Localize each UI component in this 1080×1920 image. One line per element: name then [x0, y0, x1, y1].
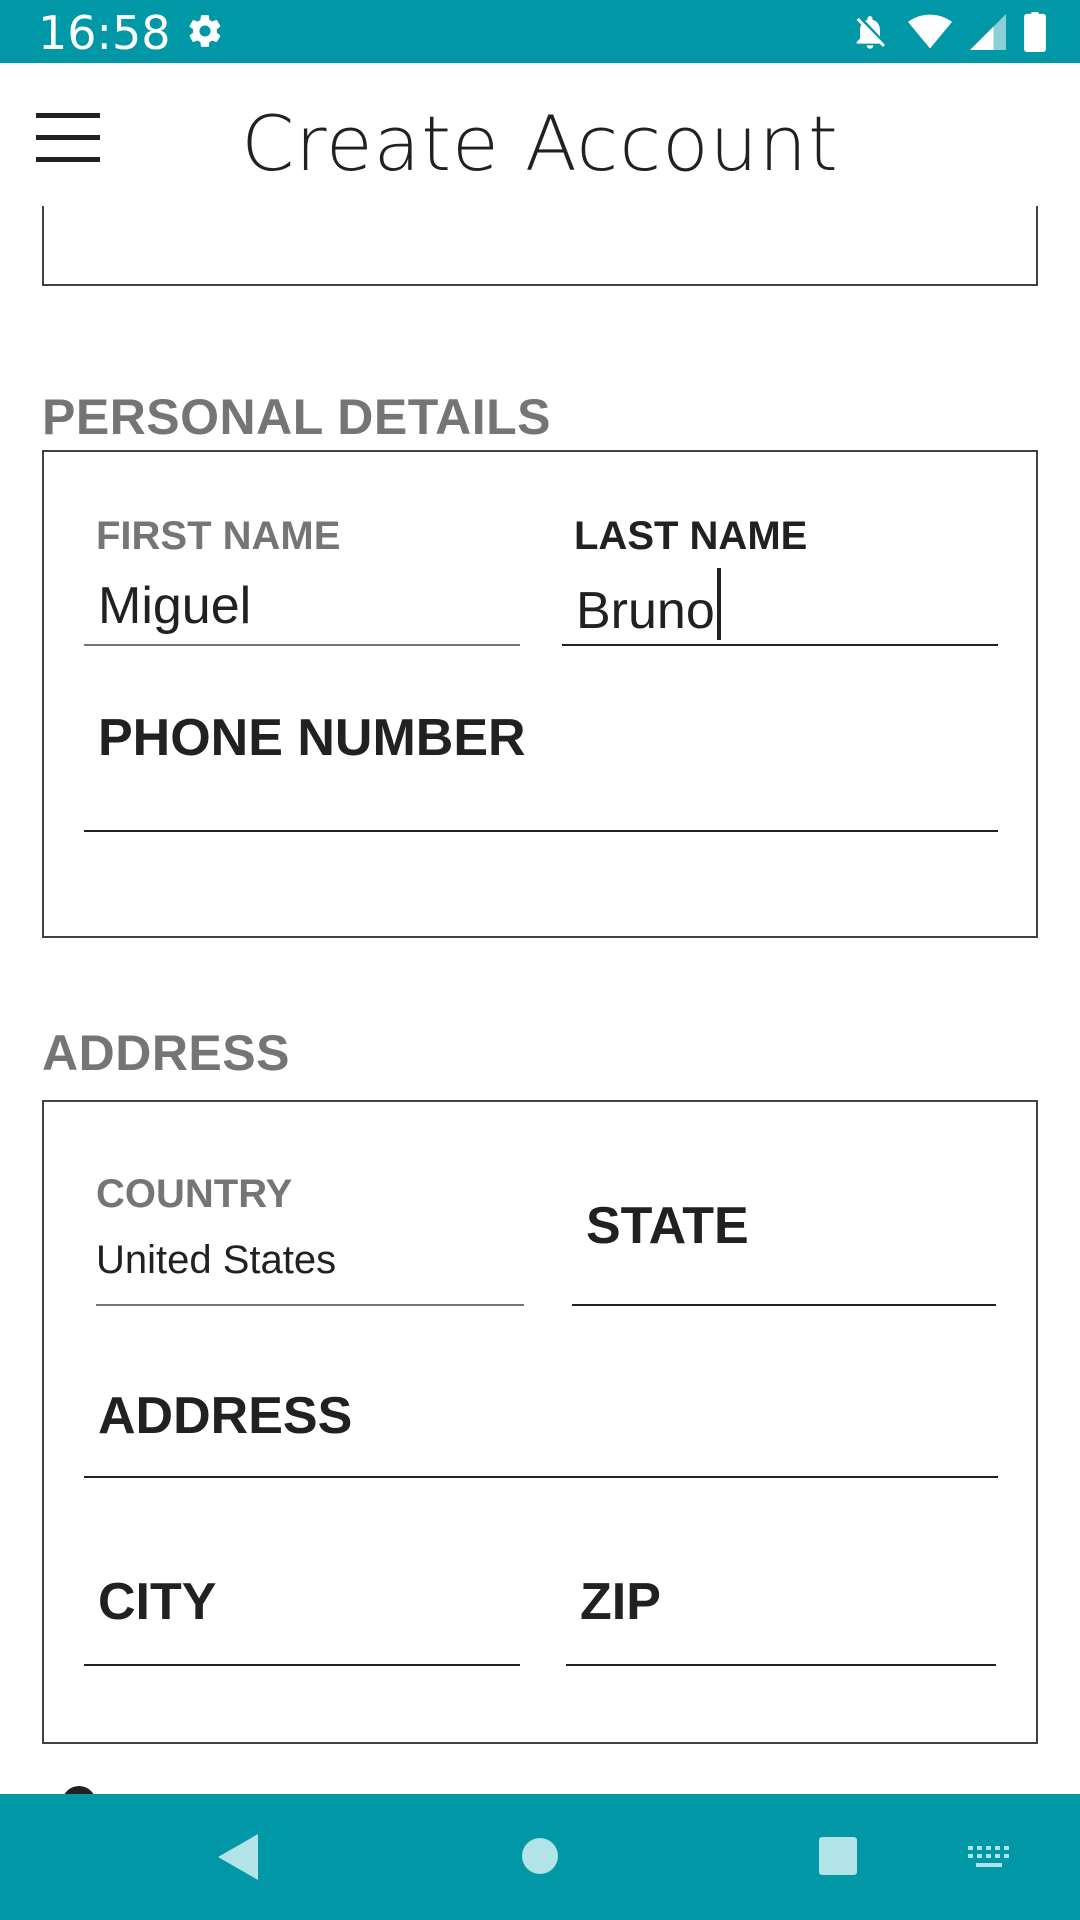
zip-placeholder: ZIP	[580, 1573, 661, 1631]
state-placeholder: STATE	[586, 1197, 749, 1255]
phone-number-placeholder: PHONE NUMBER	[98, 709, 526, 767]
partial-icon	[62, 1786, 96, 1794]
address-underline	[84, 1476, 998, 1478]
personal-details-box: FIRST NAME Miguel LAST NAME Bruno PHONE …	[42, 450, 1038, 938]
address-placeholder: ADDRESS	[98, 1387, 353, 1445]
text-cursor	[716, 568, 721, 640]
signal-icon	[970, 13, 1006, 56]
settings-icon	[186, 12, 224, 55]
first-name-value: Miguel	[98, 577, 252, 635]
status-bar: 16:58	[0, 0, 1080, 63]
state-field[interactable]: STATE	[572, 1184, 996, 1306]
first-name-label: FIRST NAME	[96, 514, 341, 558]
back-icon[interactable]	[216, 1832, 260, 1887]
country-underline	[96, 1304, 524, 1306]
city-placeholder: CITY	[98, 1573, 217, 1631]
last-name-underline	[562, 644, 998, 646]
notifications-off-icon	[850, 12, 890, 57]
country-value: United States	[96, 1238, 337, 1282]
last-name-field[interactable]: LAST NAME Bruno	[562, 510, 998, 646]
last-name-text: Bruno	[576, 582, 715, 640]
wifi-icon	[908, 12, 952, 57]
country-label: COUNTRY	[96, 1172, 293, 1216]
city-field[interactable]: CITY	[84, 1542, 520, 1666]
first-name-underline	[84, 644, 520, 646]
phone-number-field[interactable]: PHONE NUMBER	[84, 692, 998, 832]
address-section-title: ADDRESS	[42, 1025, 290, 1081]
personal-details-title: PERSONAL DETAILS	[42, 389, 551, 445]
app-bar: Create Account	[0, 63, 1080, 206]
last-name-label: LAST NAME	[574, 514, 808, 558]
state-underline	[572, 1304, 996, 1306]
zip-field[interactable]: ZIP	[566, 1542, 996, 1666]
navigation-bar	[0, 1794, 1080, 1920]
keyboard-icon[interactable]	[968, 1844, 1010, 1875]
last-name-value: Bruno	[576, 568, 721, 641]
address-box: COUNTRY United States STATE ADDRESS CITY…	[42, 1100, 1038, 1744]
phone-number-underline	[84, 830, 998, 832]
form-scroll-area[interactable]: PERSONAL DETAILS FIRST NAME Miguel LAST …	[0, 206, 1080, 1794]
status-time: 16:58	[38, 6, 171, 60]
previous-section-box	[42, 206, 1038, 286]
zip-underline	[566, 1664, 996, 1666]
country-select[interactable]: COUNTRY United States	[96, 1172, 524, 1306]
address-field[interactable]: ADDRESS	[84, 1356, 998, 1478]
city-underline	[84, 1664, 520, 1666]
first-name-field[interactable]: FIRST NAME Miguel	[84, 510, 520, 646]
home-icon[interactable]	[520, 1836, 560, 1881]
recents-icon[interactable]	[818, 1836, 858, 1881]
page-title: Create Account	[241, 99, 839, 188]
battery-icon	[1024, 12, 1046, 57]
